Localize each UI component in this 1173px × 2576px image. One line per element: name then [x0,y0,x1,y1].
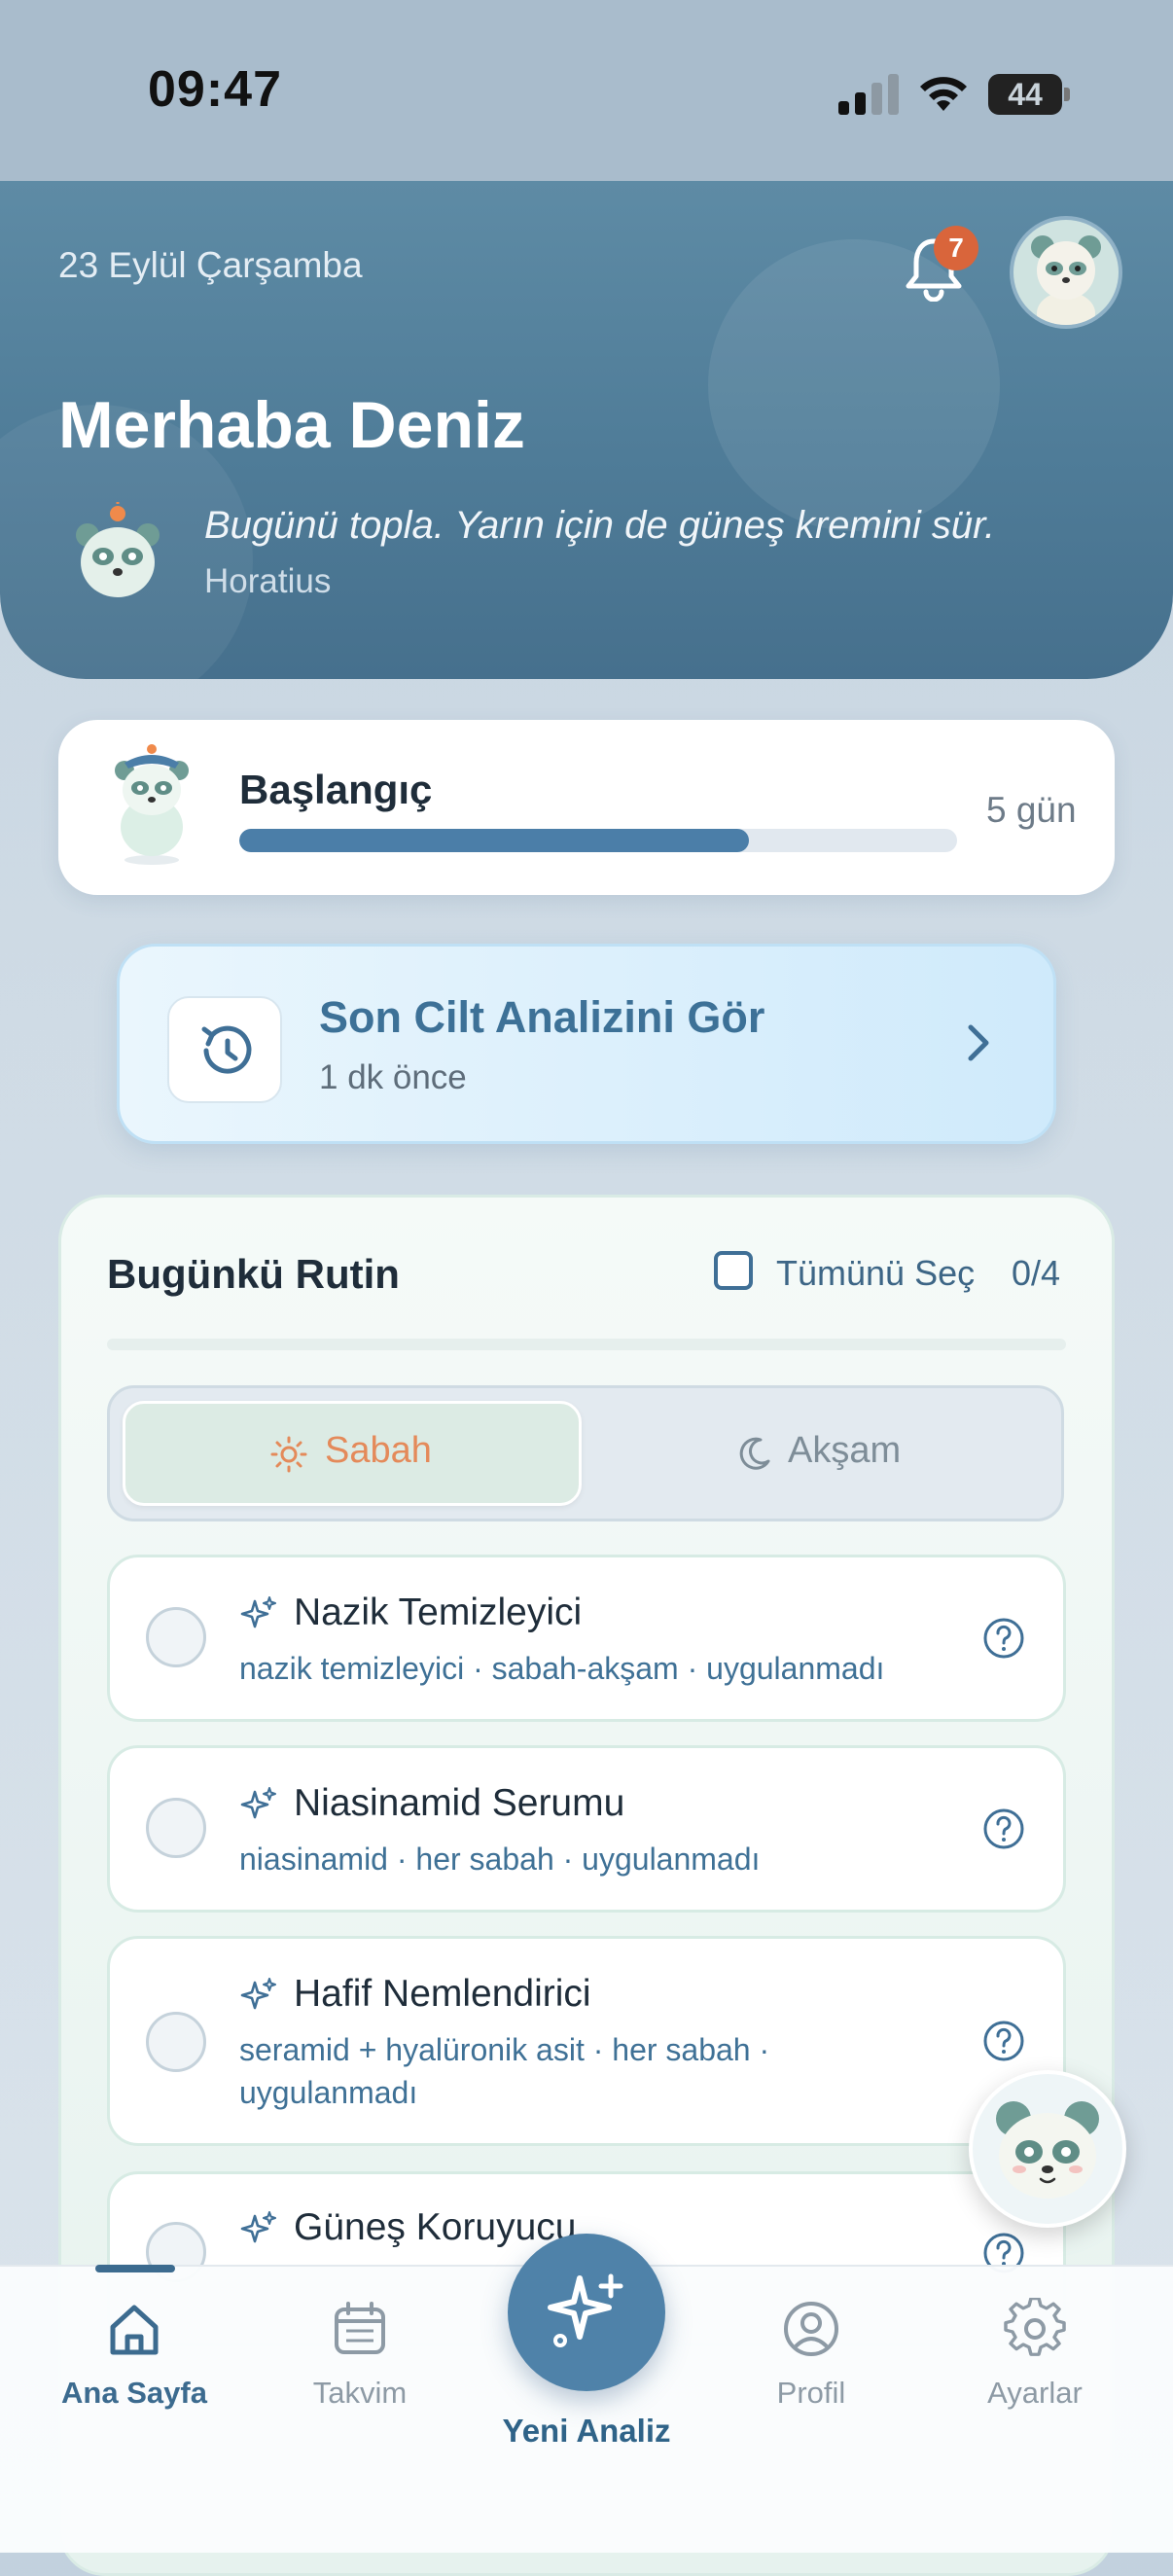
help-icon[interactable] [982,1617,1025,1660]
sparkle-icon [548,2273,623,2347]
tab-calendar[interactable]: Takvim [263,2376,457,2411]
item-checkbox[interactable] [146,2012,206,2072]
new-analysis-label[interactable]: Yeni Analiz [438,2413,735,2450]
sparkle-icon [240,1787,276,1819]
level-progress-fill [239,829,749,852]
new-analysis-button[interactable] [508,2234,665,2391]
item-subtitle: niasinamid · her sabah · uygulanmadı [239,1842,761,1877]
tab-home[interactable]: Ana Sayfa [37,2376,231,2411]
panda-face-icon [996,2101,1099,2199]
item-subtitle: nazik temizleyici · sabah-akşam · uygula… [239,1651,885,1686]
sparkle-icon [240,2211,276,2243]
routine-counter: 0/4 [1012,1253,1061,1293]
history-icon [201,1025,252,1074]
home-icon[interactable] [103,2298,165,2360]
level-card[interactable] [58,720,1115,895]
signal-icon [838,74,899,115]
tab-settings[interactable]: Ayarlar [938,2376,1132,2411]
tab-evening-label[interactable]: Akşam [788,1430,901,1472]
select-all-label[interactable]: Tümünü Seç [776,1253,975,1294]
level-title: Başlangıç [239,767,433,812]
sparkle-icon [240,1596,276,1628]
chevron-right-icon [968,1024,989,1061]
item-title: Nazik Temizleyici [294,1592,583,1633]
last-analysis-time: 1 dk önce [319,1058,467,1096]
help-icon[interactable] [982,1807,1025,1850]
assistant-mascot-button[interactable] [969,2070,1126,2228]
routine-title: Bugünkü Rutin [107,1251,400,1297]
header-date: 23 Eylül Çarşamba [58,245,363,285]
sun-icon [270,1436,307,1473]
select-all-checkbox[interactable] [714,1251,753,1290]
level-days: 5 gün [986,790,1077,830]
profile-icon[interactable] [780,2298,842,2360]
panda-avatar-icon [1031,235,1101,325]
routine-progress-track [107,1339,1066,1350]
routine-item[interactable] [107,1745,1066,1913]
wifi-icon [920,77,967,111]
panda-mascot-icon [76,502,160,597]
level-progress-bar [239,829,957,852]
item-checkbox[interactable] [146,1607,206,1667]
item-title: Niasinamid Serumu [294,1782,625,1824]
quote-author: Horatius [204,562,332,600]
daily-quote: Bugünü topla. Yarın için de güneş kremin… [204,504,996,547]
greeting-title: Merhaba Deniz [58,388,525,462]
battery-icon: 44 [988,74,1070,115]
notification-badge: 7 [934,226,978,270]
item-subtitle: seramid + hyalüronik asit · her sabah · [239,2032,770,2067]
tab-profile[interactable]: Profil [714,2376,908,2411]
gear-icon[interactable] [1004,2298,1066,2360]
routine-item[interactable] [107,1555,1066,1722]
item-checkbox[interactable] [146,1798,206,1858]
status-time: 09:47 [148,61,282,118]
moon-icon [739,1437,770,1470]
help-icon[interactable] [982,2020,1025,2062]
item-subtitle: uygulanmadı [239,2075,418,2110]
sparkle-icon [240,1978,276,2010]
panda-mascot-icon [115,744,189,865]
active-tab-indicator [95,2265,175,2272]
last-analysis-title: Son Cilt Analizini Gör [319,992,765,1042]
battery-level: 44 [1008,77,1043,112]
profile-avatar[interactable] [1010,216,1122,329]
item-title: Hafif Nemlendirici [294,1973,591,2015]
tab-morning-label[interactable]: Sabah [325,1430,432,1472]
calendar-icon[interactable] [329,2298,391,2360]
history-icon-box [167,996,282,1103]
